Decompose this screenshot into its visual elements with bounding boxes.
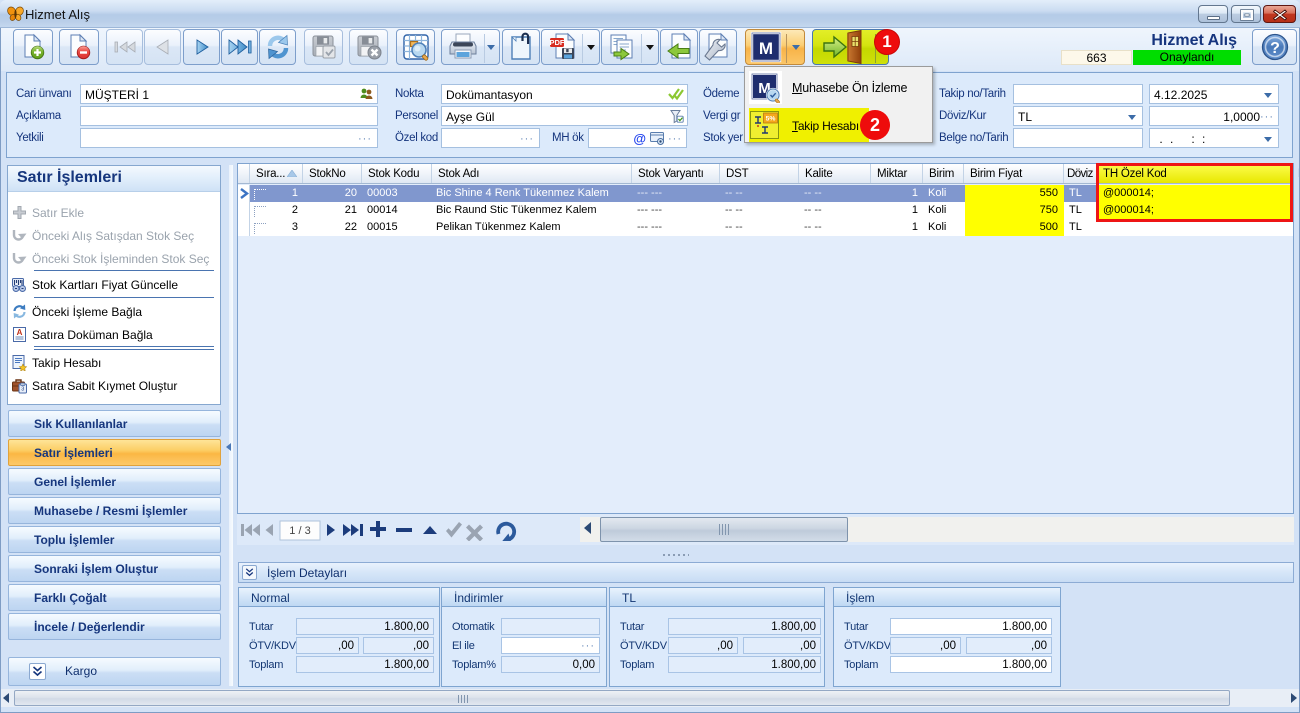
svg-text:5%: 5% — [766, 116, 776, 123]
svg-text:M: M — [759, 39, 773, 58]
svg-text:PDF: PDF — [549, 38, 564, 47]
svg-text:?: ? — [1270, 40, 1280, 57]
svg-text:1 / 3: 1 / 3 — [289, 525, 310, 537]
svg-text:A: A — [17, 328, 23, 337]
svg-text:3: 3 — [21, 387, 24, 393]
